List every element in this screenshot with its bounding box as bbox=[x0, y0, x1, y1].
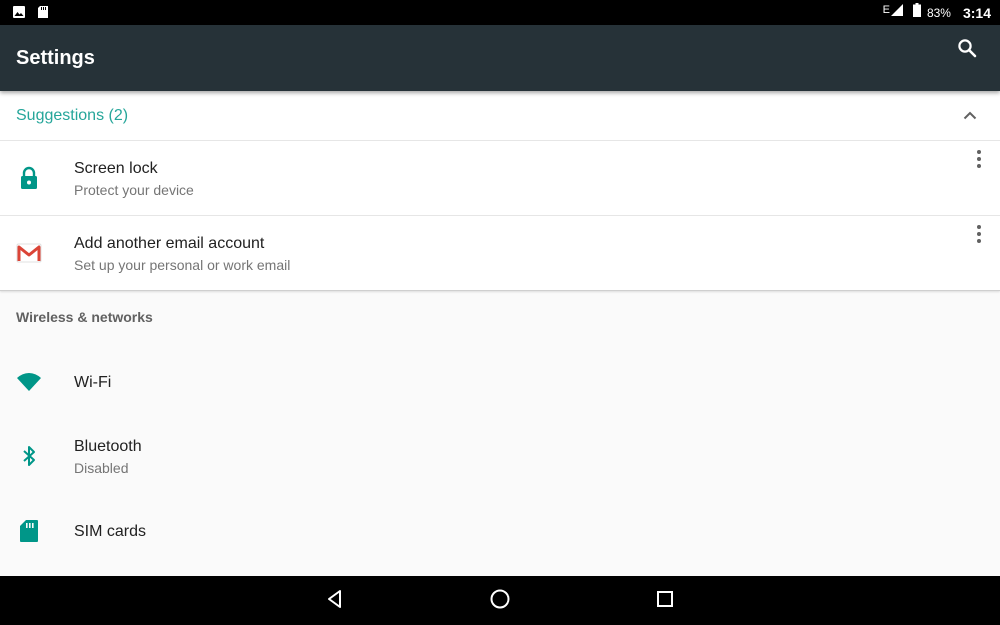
image-notification-icon bbox=[12, 5, 26, 24]
battery-icon bbox=[912, 3, 921, 22]
settings-item-title: Bluetooth bbox=[74, 438, 142, 455]
settings-item-title: SIM cards bbox=[74, 523, 147, 540]
status-bar: E 83% 3:14 bbox=[0, 0, 1000, 25]
suggestion-screen-lock[interactable]: Screen lock Protect your device bbox=[0, 141, 1000, 216]
home-button[interactable] bbox=[487, 588, 513, 614]
suggestion-title: Screen lock bbox=[74, 160, 158, 177]
more-vert-icon bbox=[976, 224, 982, 249]
suggestion-more-button[interactable] bbox=[968, 224, 990, 249]
settings-item-subtitle: Disabled bbox=[74, 460, 129, 476]
wifi-icon bbox=[16, 370, 42, 396]
status-right-icons: E 83% 3:14 bbox=[883, 0, 991, 25]
status-left-icons bbox=[12, 5, 49, 24]
recents-icon bbox=[655, 589, 675, 614]
sd-card-notification-icon bbox=[37, 5, 49, 24]
chevron-up-icon bbox=[963, 107, 977, 125]
settings-item-sim-cards[interactable]: SIM cards bbox=[0, 503, 1000, 563]
bluetooth-icon bbox=[16, 443, 42, 469]
sim-card-icon bbox=[16, 518, 42, 544]
search-icon bbox=[957, 38, 977, 63]
network-type-label: E bbox=[882, 4, 890, 16]
page-title: Settings bbox=[16, 47, 95, 69]
home-icon bbox=[489, 588, 511, 615]
suggestion-more-button[interactable] bbox=[968, 149, 990, 174]
collapse-suggestions-button[interactable] bbox=[960, 106, 980, 126]
navigation-bar bbox=[0, 576, 1000, 625]
settings-item-wifi[interactable]: Wi-Fi bbox=[0, 350, 1000, 416]
settings-item-title: Wi-Fi bbox=[74, 374, 112, 391]
back-button[interactable] bbox=[322, 588, 348, 614]
more-vert-icon bbox=[976, 149, 982, 174]
gmail-icon bbox=[16, 240, 42, 266]
app-bar: Settings bbox=[0, 25, 1000, 91]
section-header-wireless-networks: Wireless & networks bbox=[16, 309, 153, 325]
cell-signal-icon bbox=[890, 3, 904, 22]
suggestions-title: Suggestions (2) bbox=[16, 107, 129, 124]
suggestion-title: Add another email account bbox=[74, 235, 265, 252]
battery-percent: 83% bbox=[926, 5, 951, 20]
suggestion-add-email-account[interactable]: Add another email account Set up your pe… bbox=[0, 216, 1000, 291]
lock-icon bbox=[16, 165, 42, 191]
settings-item-bluetooth[interactable]: Bluetooth Disabled bbox=[0, 421, 1000, 493]
suggestions-header[interactable]: Suggestions (2) bbox=[0, 91, 1000, 141]
back-icon bbox=[325, 589, 345, 614]
search-button[interactable] bbox=[954, 37, 980, 63]
suggestion-subtitle: Set up your personal or work email bbox=[74, 257, 291, 273]
clock: 3:14 bbox=[962, 4, 991, 21]
recents-button[interactable] bbox=[652, 588, 678, 614]
settings-content: Suggestions (2) Screen lock Protect your… bbox=[0, 91, 1000, 576]
suggestion-subtitle: Protect your device bbox=[74, 182, 194, 198]
suggestions-card: Suggestions (2) Screen lock Protect your… bbox=[0, 91, 1000, 291]
